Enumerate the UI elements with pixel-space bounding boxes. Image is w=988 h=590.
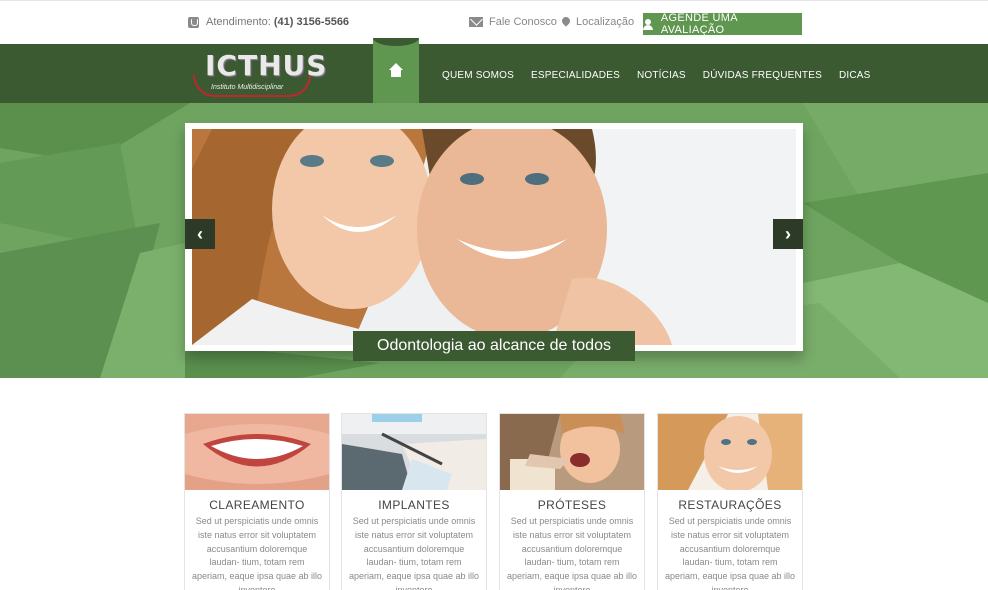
home-icon	[388, 63, 404, 80]
dental-tools-image	[342, 414, 486, 490]
home-nav-button[interactable]	[373, 38, 419, 103]
slider-next-button[interactable]: ›	[773, 219, 803, 249]
smiling-woman-image	[658, 414, 802, 490]
service-card-clareamento[interactable]: CLAREAMENTO Sed ut perspiciatis unde omn…	[184, 413, 330, 590]
mail-icon	[469, 17, 483, 27]
service-description: Sed ut perspiciatis unde omnis iste natu…	[348, 516, 480, 590]
nav-item-quem-somos[interactable]: QUEM SOMOS	[442, 70, 514, 81]
service-description: Sed ut perspiciatis unde omnis iste natu…	[506, 516, 638, 590]
chevron-left-icon: ‹	[197, 223, 203, 244]
site-logo[interactable]: ICTHUS Instituto Multidisciplinar	[193, 49, 326, 99]
attendance-label: Atendimento:	[206, 16, 271, 28]
dental-exam-image	[500, 414, 644, 490]
schedule-evaluation-button[interactable]: AGENDE UMA AVALIAÇÃO	[643, 12, 802, 36]
slider-prev-button[interactable]: ‹	[185, 219, 215, 249]
nav-item-duvidas-frequentes[interactable]: DÚVIDAS FREQUENTES	[703, 70, 822, 81]
nav-item-especialidades[interactable]: ESPECIALIDADES	[531, 70, 620, 81]
service-title: CLAREAMENTO	[209, 498, 305, 512]
hero-slide	[185, 123, 803, 351]
contact-label[interactable]: Fale Conosco	[489, 16, 557, 28]
location-link[interactable]: Localização	[560, 15, 634, 28]
schedule-evaluation-label: AGENDE UMA AVALIAÇÃO	[660, 12, 738, 36]
nav-item-dicas[interactable]: DICAS	[839, 70, 871, 81]
contact-link[interactable]: Fale Conosco	[469, 16, 557, 28]
attendance-info: Atendimento: (41) 3156-5566	[188, 16, 349, 28]
hero-caption: Odontologia ao alcance de todos	[353, 331, 635, 361]
logo-wordmark: ICTHUS	[205, 49, 328, 82]
service-description: Sed ut perspiciatis unde omnis iste natu…	[664, 516, 796, 590]
service-title: RESTAURAÇÕES	[678, 498, 782, 512]
service-card-implantes[interactable]: IMPLANTES Sed ut perspiciatis unde omnis…	[341, 413, 487, 590]
service-card-restauracoes[interactable]: RESTAURAÇÕES Sed ut perspiciatis unde om…	[657, 413, 803, 590]
location-pin-icon	[560, 15, 572, 27]
service-description: Sed ut perspiciatis unde omnis iste natu…	[191, 516, 323, 590]
main-menu: QUEM SOMOS ESPECIALIDADES NOTÍCIAS DÚVID…	[442, 70, 888, 81]
chevron-right-icon: ›	[785, 223, 791, 244]
logo-tagline: Instituto Multidisciplinar	[211, 84, 284, 91]
attendance-phone[interactable]: (41) 3156-5566	[274, 16, 349, 28]
service-card-proteses[interactable]: PRÓTESES Sed ut perspiciatis unde omnis …	[499, 413, 645, 590]
service-title: IMPLANTES	[378, 498, 450, 512]
service-title: PRÓTESES	[537, 498, 607, 512]
nav-item-noticias[interactable]: NOTÍCIAS	[637, 70, 686, 81]
top-bar: Atendimento: (41) 3156-5566 Fale Conosco…	[0, 0, 988, 44]
phone-icon	[188, 16, 199, 28]
location-label[interactable]: Localização	[576, 16, 634, 28]
user-icon	[643, 18, 653, 30]
smile-teeth-image	[185, 414, 329, 490]
smiling-couple-image	[192, 129, 796, 345]
